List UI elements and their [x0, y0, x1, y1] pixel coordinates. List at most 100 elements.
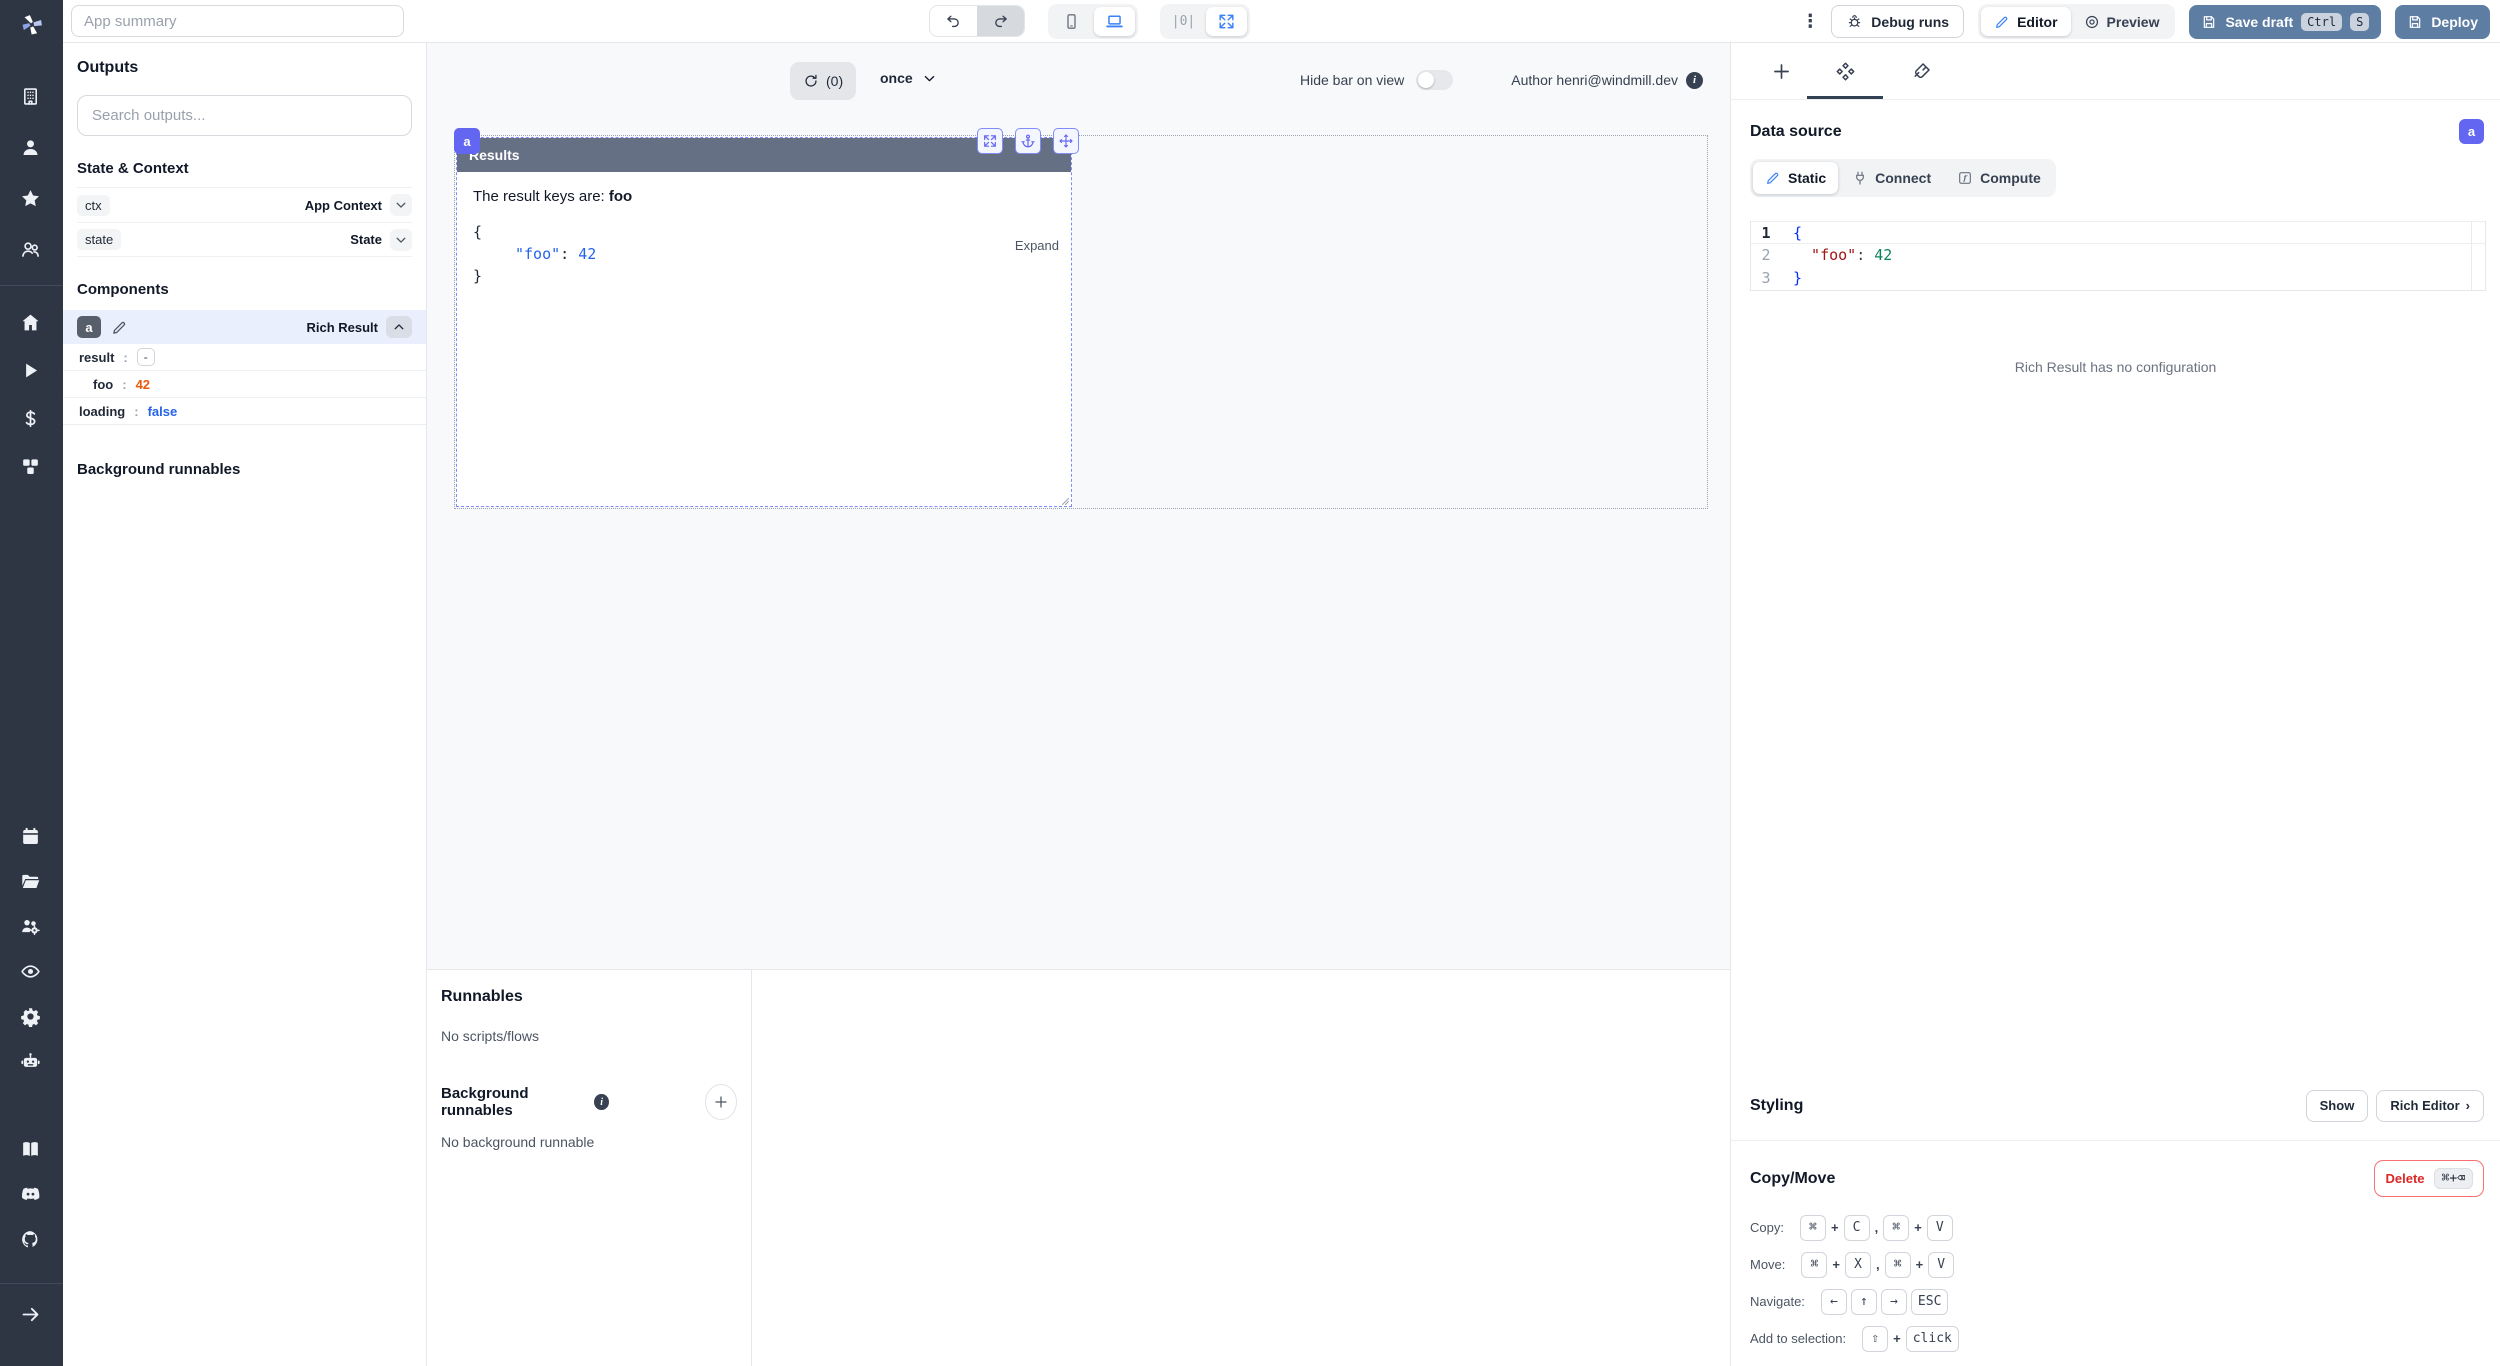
home-nav-item[interactable]	[20, 312, 44, 336]
line-number: 1	[1751, 222, 1781, 243]
move-component-button[interactable]	[1053, 128, 1079, 154]
background-runnables-title: Background runnables	[441, 1085, 586, 1119]
output-row-state[interactable]: state State	[77, 222, 412, 257]
mobile-view-button[interactable]	[1051, 7, 1092, 36]
debug-runs-button[interactable]: Debug runs	[1831, 5, 1964, 38]
kbd-badge: V	[1928, 1252, 1954, 1278]
recompute-button[interactable]: (0)	[790, 62, 856, 100]
code-line-2[interactable]: 2 "foo": 42	[1751, 244, 2485, 267]
user-icon	[20, 137, 41, 158]
undo-button[interactable]	[930, 6, 977, 36]
book-nav-item[interactable]	[20, 1139, 44, 1163]
component-row-a[interactable]: a Rich Result	[63, 310, 426, 344]
app-canvas: (0) once Hide bar on view Author henri@w…	[427, 43, 1730, 969]
styling-title: Styling	[1750, 1097, 1803, 1115]
user-nav-item[interactable]	[20, 137, 44, 161]
hide-bar-toggle[interactable]	[1416, 70, 1453, 90]
workers-nav-item[interactable]	[20, 916, 44, 940]
users-nav-item[interactable]	[20, 239, 44, 263]
collapse-component-button[interactable]	[386, 316, 412, 338]
search-outputs-input[interactable]	[77, 95, 412, 136]
rich-result-component[interactable]: a Results The result keys are:	[456, 137, 1072, 507]
refresh-mode-dropdown[interactable]: once	[880, 70, 937, 86]
add-background-runnable-button[interactable]	[705, 1084, 737, 1120]
deploy-button[interactable]: Deploy	[2395, 5, 2490, 39]
runnables-panel: Runnables No scripts/flows Background ru…	[427, 969, 1730, 1366]
tab-compute[interactable]: f Compute	[1945, 162, 2053, 194]
github-nav-item[interactable]	[20, 1229, 44, 1253]
kbd-ctrl: Ctrl	[2301, 13, 2342, 31]
app-summary-input[interactable]	[71, 5, 404, 37]
tab-static[interactable]: Static	[1753, 162, 1838, 194]
component-body: The result keys are: foo Expand { "foo":…	[457, 172, 1071, 508]
tab-insert-component[interactable]	[1761, 51, 1801, 91]
show-styling-button[interactable]: Show	[2306, 1090, 2369, 1122]
chevron-down-icon	[394, 233, 408, 247]
gear-nav-item[interactable]	[20, 1006, 44, 1030]
robot-nav-item[interactable]	[20, 1051, 44, 1075]
kbd-badge: ⌘	[1883, 1215, 1909, 1241]
author-label: Author henri@windmill.dev	[1511, 72, 1678, 88]
output-prop-foo[interactable]: foo :42	[63, 371, 426, 398]
windmill-logo-icon	[18, 11, 46, 39]
arrow-right-icon	[20, 1304, 41, 1325]
fullscreen-button[interactable]	[1206, 7, 1247, 36]
kbd-badge: V	[1927, 1215, 1953, 1241]
apps-nav-item[interactable]	[20, 456, 44, 480]
anchor-icon	[1020, 133, 1036, 149]
tab-component-settings[interactable]	[1825, 51, 1865, 91]
dollar-nav-item[interactable]	[20, 408, 44, 432]
code-line-1[interactable]: 1 {	[1751, 221, 2485, 244]
output-prop-result[interactable]: result :-	[63, 344, 426, 371]
expand-row-button[interactable]	[390, 194, 412, 216]
more-menu-button[interactable]: ⋮	[1801, 11, 1817, 32]
collapse-node-button[interactable]: -	[137, 348, 155, 366]
runnables-list: Runnables No scripts/flows Background ru…	[427, 970, 752, 1366]
desktop-view-button[interactable]	[1094, 7, 1135, 36]
editor-scrollbar[interactable]	[2471, 222, 2472, 290]
info-icon[interactable]: i	[594, 1094, 608, 1110]
tab-editor[interactable]: Editor	[1981, 7, 2070, 36]
building-nav-item[interactable]	[20, 86, 44, 110]
star-nav-item[interactable]	[20, 188, 44, 212]
undo-icon	[945, 13, 962, 30]
robot-icon	[20, 1051, 41, 1072]
arrow-right-nav-item[interactable]	[20, 1304, 44, 1328]
anchor-component-button[interactable]	[1015, 128, 1041, 154]
save-draft-button[interactable]: Save draft Ctrl S	[2189, 5, 2381, 39]
play-nav-item[interactable]	[20, 360, 44, 384]
eye-nav-item[interactable]	[20, 961, 44, 985]
shortcut-label: Add to selection:	[1750, 1331, 1846, 1346]
info-icon[interactable]: i	[1686, 72, 1703, 89]
settings-tabs	[1731, 43, 2500, 100]
json-code-editor[interactable]: 1 { 2 "foo": 42 3 }	[1750, 221, 2486, 291]
delete-component-button[interactable]: Delete ⌘+⌫	[2374, 1160, 2484, 1197]
expand-link[interactable]: Expand	[1015, 238, 1059, 253]
windmill-logo-button[interactable]	[0, 0, 63, 50]
expand-row-button[interactable]	[390, 229, 412, 251]
edit-component-id-icon[interactable]	[111, 319, 128, 336]
code-line-3[interactable]: 3 }	[1751, 267, 2485, 290]
calendar-nav-item[interactable]	[20, 826, 44, 850]
resize-handle[interactable]	[1058, 493, 1070, 505]
kbd-s: S	[2350, 13, 2369, 31]
function-icon: f	[1957, 170, 1973, 186]
tab-connect[interactable]: Connect	[1840, 162, 1943, 194]
tab-preview[interactable]: Preview	[2071, 7, 2173, 36]
redo-button[interactable]	[977, 6, 1024, 36]
editor-preview-toggle: Editor Preview	[1978, 4, 2175, 39]
tab-global-styling[interactable]	[1901, 51, 1941, 91]
device-toggle-group	[1048, 4, 1138, 39]
discord-nav-item[interactable]	[20, 1184, 44, 1208]
expand-component-button[interactable]	[977, 128, 1003, 154]
kbd-badge: ⌘	[1801, 1252, 1827, 1278]
output-row-ctx[interactable]: ctx App Context	[77, 187, 412, 222]
folder-nav-item[interactable]	[20, 871, 44, 895]
rich-editor-button[interactable]: Rich Editor ›	[2376, 1090, 2484, 1122]
center-guide-button[interactable]: |0|	[1163, 7, 1204, 36]
output-prop-loading[interactable]: loading :false	[63, 398, 426, 425]
guide-icon: |0|	[1172, 14, 1195, 29]
save-icon	[2201, 14, 2217, 30]
result-json: { "foo": 42 }	[473, 221, 1055, 287]
line-number: 2	[1751, 244, 1781, 267]
